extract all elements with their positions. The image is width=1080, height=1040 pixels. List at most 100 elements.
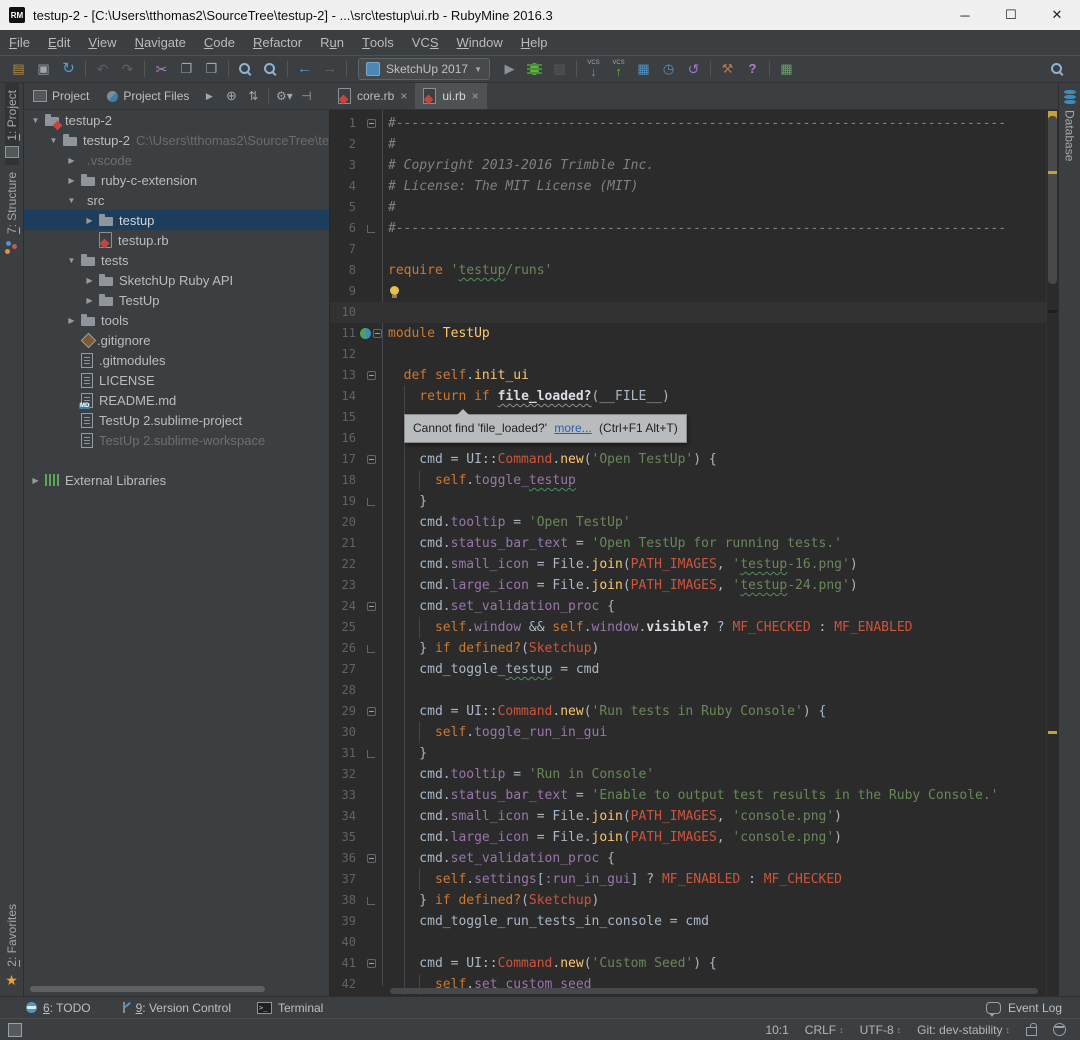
menu-tools[interactable]: Tools: [353, 30, 403, 55]
menu-code[interactable]: Code: [195, 30, 244, 55]
panel-tab-project[interactable]: Project: [24, 83, 98, 109]
code-line-31[interactable]: 31 }: [330, 743, 1046, 764]
chevron-expanded-icon[interactable]: ▼: [48, 136, 59, 145]
fold-marker-icon[interactable]: [367, 455, 376, 464]
tree-row-testup-2[interactable]: ▼testup-2C:\Users\tthomas2\SourceTree\te…: [24, 130, 329, 150]
chevron-collapsed-icon[interactable]: ▶: [84, 296, 95, 305]
code-line-14[interactable]: 14 return if file_loaded?(__FILE__): [330, 386, 1046, 407]
show-changes-icon[interactable]: ▦: [631, 57, 656, 81]
git-branch-widget[interactable]: Git: dev-stability↕: [917, 1023, 1010, 1037]
code-line-3[interactable]: 3# Copyright 2013-2016 Trimble Inc.: [330, 155, 1046, 176]
open-project-icon[interactable]: ▤: [6, 57, 31, 81]
run-icon[interactable]: ▶: [497, 57, 522, 81]
tool-window-quick-access-icon[interactable]: [8, 1023, 22, 1037]
code-line-22[interactable]: 22 cmd.small_icon = File.join(PATH_IMAGE…: [330, 554, 1046, 575]
replace-icon[interactable]: [258, 57, 283, 81]
chevron-collapsed-icon[interactable]: ▶: [66, 316, 77, 325]
highlighting-level-icon[interactable]: [1053, 1023, 1066, 1036]
code-line-20[interactable]: 20 cmd.tooltip = 'Open TestUp': [330, 512, 1046, 533]
vcs-update-icon[interactable]: VCS↓: [581, 57, 606, 81]
intention-bulb-icon[interactable]: [390, 286, 399, 295]
help-icon[interactable]: ?: [740, 57, 765, 81]
code-line-6[interactable]: 6#--------------------------------------…: [330, 218, 1046, 239]
code-line-29[interactable]: 29 cmd = UI::Command.new('Run tests in R…: [330, 701, 1046, 722]
back-icon[interactable]: ←: [292, 57, 317, 81]
code-line-38[interactable]: 38 } if defined?(Sketchup): [330, 890, 1046, 911]
code-line-7[interactable]: 7: [330, 239, 1046, 260]
code-line-30[interactable]: 30 self.toggle_run_in_gui: [330, 722, 1046, 743]
chevron-expanded-icon[interactable]: ▼: [66, 256, 77, 265]
code-line-26[interactable]: 26 } if defined?(Sketchup): [330, 638, 1046, 659]
search-everywhere-icon[interactable]: [1045, 57, 1070, 81]
gear-icon[interactable]: ⚙▾: [273, 83, 295, 109]
tree-row-testup-2-sublime-workspace[interactable]: TestUp 2.sublime-workspace: [24, 430, 329, 450]
fold-end-marker-icon[interactable]: [367, 225, 375, 233]
debug-icon[interactable]: [522, 57, 547, 81]
warning-stripe-mark[interactable]: [1048, 171, 1057, 174]
code-line-21[interactable]: 21 cmd.status_bar_text = 'Open TestUp fo…: [330, 533, 1046, 554]
toolwindow-button-terminal[interactable]: >_Terminal: [257, 1001, 323, 1015]
panel-tab-project-files[interactable]: Project Files: [98, 83, 198, 109]
code-editor[interactable]: 1#--------------------------------------…: [330, 110, 1046, 996]
fold-end-marker-icon[interactable]: [367, 897, 375, 905]
fold-marker-icon[interactable]: [367, 707, 376, 716]
fold-marker-icon[interactable]: [367, 602, 376, 611]
tree-row-testup-2-sublime-project[interactable]: TestUp 2.sublime-project: [24, 410, 329, 430]
tree-row-external-libraries[interactable]: ▶External Libraries: [24, 470, 329, 490]
project-horizontal-scrollbar[interactable]: [30, 986, 265, 992]
fold-marker-icon[interactable]: [367, 371, 376, 380]
code-line-12[interactable]: 12: [330, 344, 1046, 365]
code-line-11[interactable]: 11module TestUp: [330, 323, 1046, 344]
tree-row-testup[interactable]: ▶TestUp: [24, 290, 329, 310]
tree-row-readme-md[interactable]: README.md: [24, 390, 329, 410]
code-line-24[interactable]: 24 cmd.set_validation_proc {: [330, 596, 1046, 617]
tree-row--gitignore[interactable]: .gitignore: [24, 330, 329, 350]
code-line-10[interactable]: 10: [330, 302, 1046, 323]
encoding-widget[interactable]: UTF-8↕: [860, 1023, 902, 1037]
code-line-35[interactable]: 35 cmd.large_icon = File.join(PATH_IMAGE…: [330, 827, 1046, 848]
tree-row-ruby-c-extension[interactable]: ▶ruby-c-extension: [24, 170, 329, 190]
code-line-32[interactable]: 32 cmd.tooltip = 'Run in Console': [330, 764, 1046, 785]
forward-icon[interactable]: →: [317, 57, 342, 81]
maximize-button[interactable]: ☐: [988, 0, 1034, 30]
code-line-40[interactable]: 40: [330, 932, 1046, 953]
menu-view[interactable]: View: [79, 30, 125, 55]
menu-navigate[interactable]: Navigate: [126, 30, 195, 55]
readonly-lock-icon[interactable]: [1026, 1027, 1037, 1036]
tree-row-tests[interactable]: ▼tests: [24, 250, 329, 270]
history-icon[interactable]: ◷: [656, 57, 681, 81]
tree-row--vscode[interactable]: ▶.vscode: [24, 150, 329, 170]
tree-row-license[interactable]: LICENSE: [24, 370, 329, 390]
code-line-18[interactable]: 18 self.toggle_testup: [330, 470, 1046, 491]
stripe-tab-database[interactable]: Database: [1063, 83, 1077, 168]
fold-marker-icon[interactable]: [367, 959, 376, 968]
tree-row-testup-2[interactable]: ▼testup-2: [24, 110, 329, 130]
editor-tab-ui.rb[interactable]: ui.rb×: [415, 83, 486, 109]
code-line-36[interactable]: 36 cmd.set_validation_proc {: [330, 848, 1046, 869]
fold-marker-icon[interactable]: [373, 329, 382, 338]
code-line-37[interactable]: 37 self.settings[:run_in_gui] ? MF_ENABL…: [330, 869, 1046, 890]
tree-row-testup[interactable]: ▶testup: [24, 210, 329, 230]
menu-file[interactable]: File: [0, 30, 39, 55]
close-tab-icon[interactable]: ×: [472, 89, 479, 103]
undo-icon[interactable]: ↶: [90, 57, 115, 81]
editor-vertical-scrollbar[interactable]: [1048, 116, 1057, 284]
toolwindow-button-todo[interactable]: 6: TODO: [26, 1001, 91, 1015]
caret-stripe-mark[interactable]: [1048, 310, 1057, 313]
stripe-tab-structure[interactable]: 7: Structure: [5, 165, 19, 261]
fold-end-marker-icon[interactable]: [367, 750, 375, 758]
code-line-13[interactable]: 13 def self.init_ui: [330, 365, 1046, 386]
synchronize-icon[interactable]: ↻: [56, 57, 81, 81]
code-line-39[interactable]: 39 cmd_toggle_run_tests_in_console = cmd: [330, 911, 1046, 932]
editor-horizontal-scrollbar[interactable]: [390, 988, 1038, 994]
code-line-5[interactable]: 5#: [330, 197, 1046, 218]
chevron-collapsed-icon[interactable]: ▶: [66, 176, 77, 185]
code-line-25[interactable]: 25 self.window && self.window.visible? ?…: [330, 617, 1046, 638]
code-line-34[interactable]: 34 cmd.small_icon = File.join(PATH_IMAGE…: [330, 806, 1046, 827]
menu-edit[interactable]: Edit: [39, 30, 79, 55]
code-line-2[interactable]: 2#: [330, 134, 1046, 155]
tooltip-more-link[interactable]: more...: [554, 421, 591, 435]
tree-row-src[interactable]: ▼src: [24, 190, 329, 210]
code-line-27[interactable]: 27 cmd_toggle_testup = cmd: [330, 659, 1046, 680]
code-line-9[interactable]: 9: [330, 281, 1046, 302]
